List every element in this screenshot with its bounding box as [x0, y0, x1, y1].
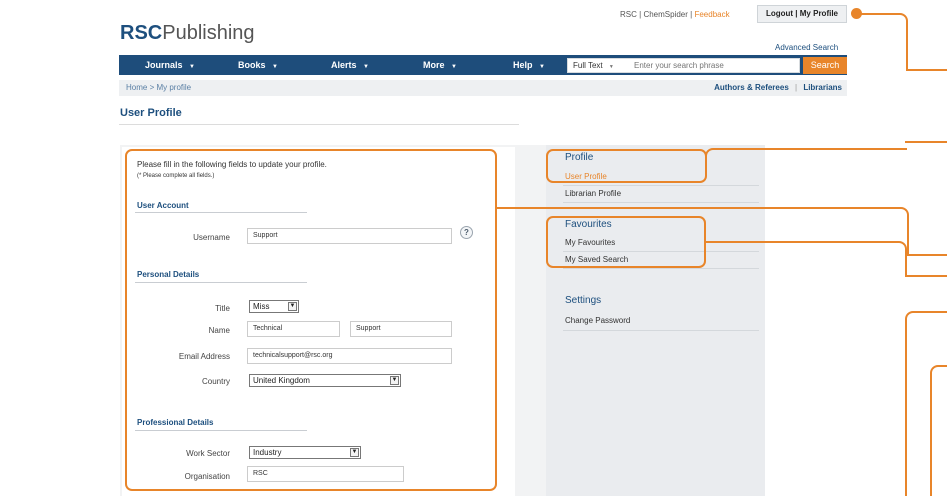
chemspider-link[interactable]: ChemSpider — [643, 10, 687, 19]
sidebar-divider — [563, 330, 759, 331]
logout-my-profile-link[interactable]: Logout | My Profile — [757, 5, 847, 23]
librarians-link[interactable]: Librarians — [803, 83, 842, 92]
chevron-down-icon: ▼ — [451, 64, 457, 70]
nav-alerts[interactable]: Alerts ▼ — [331, 55, 369, 75]
nav-help-label: Help — [513, 60, 533, 70]
chevron-down-icon: ▼ — [189, 64, 195, 70]
nav-more[interactable]: More ▼ — [423, 55, 457, 75]
feedback-link[interactable]: Feedback — [694, 10, 729, 19]
nav-alerts-label: Alerts — [331, 60, 357, 70]
callout-line — [905, 275, 947, 277]
right-sep: | — [795, 83, 798, 92]
callout-line — [906, 69, 947, 71]
search-button[interactable]: Search — [803, 57, 847, 74]
callout-line — [930, 365, 947, 496]
profile-highlight — [546, 149, 707, 183]
chevron-down-icon: ▼ — [272, 64, 278, 70]
chevron-down-icon: ▼ — [608, 64, 614, 70]
callout-line — [860, 13, 908, 71]
callout-line — [907, 254, 947, 256]
right-links: Authors & Referees | Librarians — [714, 83, 842, 92]
nav-books-label: Books — [238, 60, 266, 70]
chevron-down-icon: ▼ — [539, 64, 545, 70]
search-input[interactable] — [634, 60, 797, 71]
chevron-down-icon: ▼ — [363, 64, 369, 70]
title-divider — [119, 124, 519, 125]
rsc-link[interactable]: RSC — [620, 10, 637, 19]
top-sep: | — [690, 10, 693, 19]
nav-journals[interactable]: Journals ▼ — [145, 55, 195, 75]
search-scope-select[interactable]: Full Text ▼ — [573, 59, 614, 74]
advanced-search-link[interactable]: Advanced Search — [775, 43, 838, 52]
nav-help[interactable]: Help ▼ — [513, 55, 545, 75]
callout-line — [905, 141, 947, 143]
nav-books[interactable]: Books ▼ — [238, 55, 278, 75]
top-sep: | — [639, 10, 642, 19]
authors-referees-link[interactable]: Authors & Referees — [714, 83, 789, 92]
search-scope-label: Full Text — [573, 61, 603, 70]
breadcrumb[interactable]: Home > My profile — [126, 83, 191, 92]
top-links: RSC | ChemSpider | Feedback — [620, 10, 730, 19]
rsc-publishing-logo[interactable]: RSCPublishing — [120, 22, 255, 45]
nav-journals-label: Journals — [145, 60, 183, 70]
sidebar-settings-heading: Settings — [565, 295, 602, 306]
form-highlight — [125, 149, 497, 491]
nav-more-label: More — [423, 60, 445, 70]
sidebar-item-change-password[interactable]: Change Password — [565, 316, 630, 325]
callout-line — [705, 148, 907, 166]
logo-bold: RSC — [120, 22, 163, 44]
sidebar-divider — [563, 202, 759, 203]
page-title: User Profile — [120, 107, 182, 119]
sidebar-divider — [563, 185, 759, 186]
search-bar: Full Text ▼ — [567, 58, 800, 73]
callout-line — [705, 241, 907, 277]
logo-rest: Publishing — [162, 22, 255, 44]
breadcrumb-bar: Home > My profile Authors & Referees | L… — [119, 80, 847, 96]
sidebar-item-librarian-profile[interactable]: Librarian Profile — [565, 189, 621, 198]
